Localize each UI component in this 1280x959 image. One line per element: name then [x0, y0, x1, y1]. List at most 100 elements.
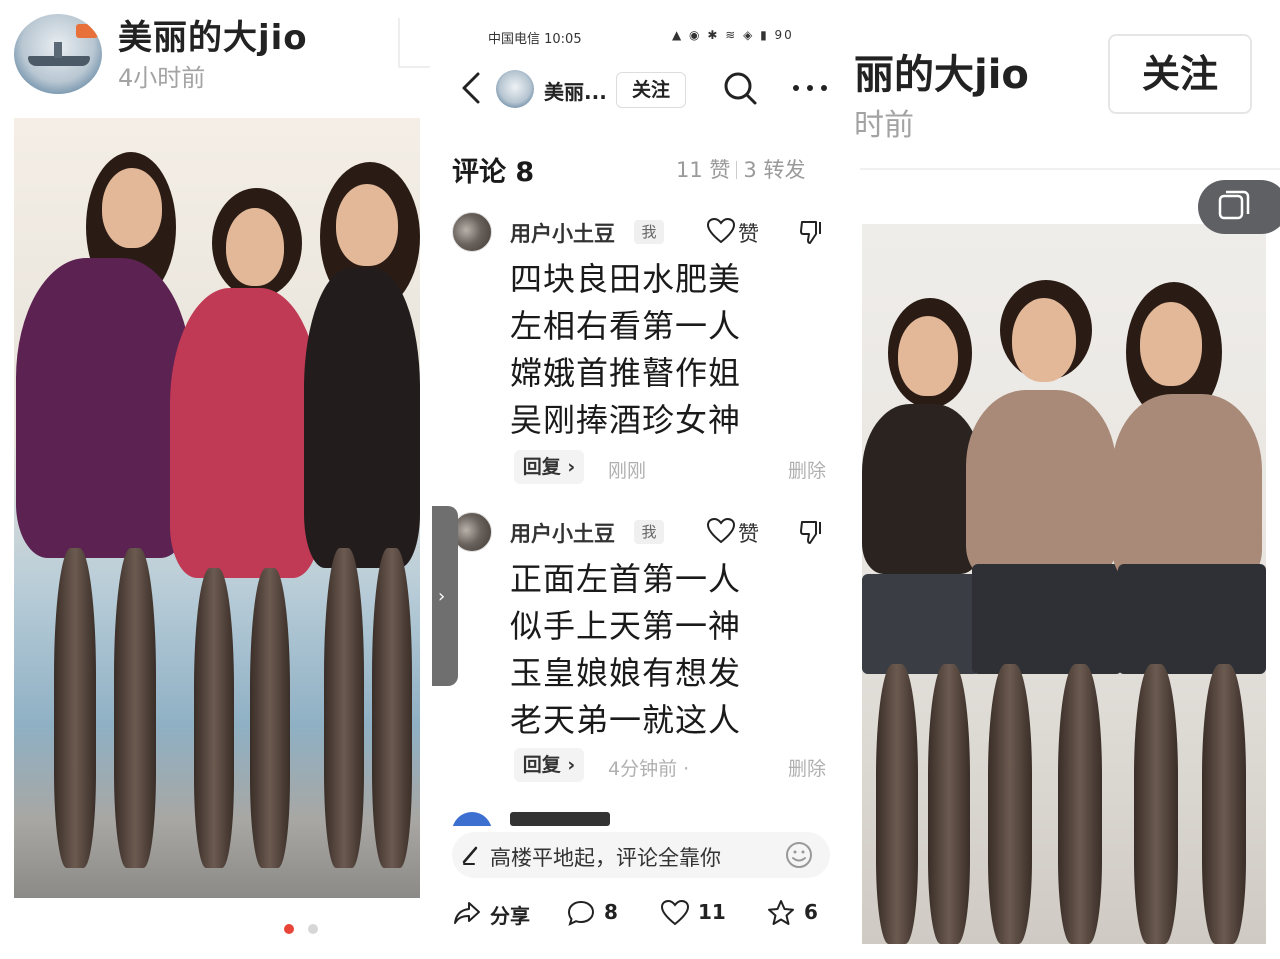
- face: [1140, 302, 1202, 386]
- comment-input-placeholder[interactable]: 高楼平地起，评论全靠你: [490, 842, 721, 872]
- delete-button[interactable]: 删除: [788, 754, 826, 781]
- pen-icon: [462, 846, 478, 865]
- author-name[interactable]: 美丽的大jio: [118, 10, 308, 59]
- like-button-label[interactable]: 赞: [738, 518, 759, 548]
- like-count[interactable]: 11 赞: [676, 158, 730, 182]
- post-image[interactable]: [14, 118, 420, 898]
- battery-level: 90: [774, 28, 794, 42]
- leg: [372, 548, 412, 868]
- commenter-name[interactable]: 用户小土豆: [510, 518, 615, 548]
- signal-icon: ▲ ◉ ✱ ≋ ◈ ▮: [672, 28, 769, 42]
- reply-button[interactable]: 回复 ›: [514, 748, 584, 782]
- shorts: [1118, 564, 1266, 674]
- comment-item: 用户小土豆 我 赞 正面左首第一人 似手上天第一神 玉皇娘娘有想发 老天弟一就这…: [432, 510, 848, 790]
- like-count-bottom: 11: [698, 900, 726, 924]
- author-avatar[interactable]: [14, 14, 102, 94]
- carousel-dot-active[interactable]: [284, 924, 294, 934]
- comment-time: 4分钟前 ·: [608, 758, 690, 780]
- left-post-panel: 美丽的大jio 4小时前: [0, 0, 430, 959]
- share-action[interactable]: 分享: [452, 898, 542, 928]
- comment-item: 用户小土豆 我 赞 四块良田水肥美 左相右看第一人 嫦娥首推瞽作姐 吴刚捧酒珍女…: [432, 210, 848, 490]
- leg: [1134, 664, 1178, 944]
- self-badge: 我: [634, 520, 664, 544]
- leg: [250, 568, 290, 868]
- comments-heading: 评论 8: [452, 157, 535, 188]
- author-name-partial[interactable]: 丽的大jio: [854, 42, 1029, 100]
- commenter-avatar[interactable]: [452, 212, 492, 252]
- like-action[interactable]: 11: [660, 898, 740, 928]
- comment-text: 四块良田水肥美 左相右看第一人 嫦娥首推瞽作姐 吴刚捧酒珍女神: [510, 256, 741, 444]
- comment-line: 四块良田水肥美: [510, 260, 742, 298]
- figures-group: [862, 224, 1266, 944]
- carousel-indicator[interactable]: [284, 924, 324, 936]
- star-icon: [768, 900, 794, 925]
- reply-button[interactable]: 回复 ›: [514, 450, 584, 484]
- comment-count: 8: [604, 900, 618, 924]
- comment-line: 左相右看第一人: [510, 307, 742, 345]
- dislike-icon[interactable]: [798, 218, 826, 246]
- favorite-count: 6: [804, 900, 818, 924]
- self-badge: 我: [634, 220, 664, 244]
- figure-left: [14, 118, 420, 898]
- share-count[interactable]: 3 转发: [743, 158, 805, 182]
- more-icon[interactable]: [790, 76, 830, 100]
- status-bar-icons: ▲ ◉ ✱ ≋ ◈ ▮ 90: [672, 28, 794, 42]
- face: [336, 184, 398, 266]
- dress-black: [304, 268, 420, 568]
- follow-button-large[interactable]: 关注: [1108, 34, 1252, 114]
- chevron-right-icon: ›: [438, 586, 446, 607]
- favorite-action[interactable]: 6: [766, 898, 836, 928]
- comment-time: 刚刚: [608, 460, 647, 482]
- heart-icon[interactable]: [706, 216, 736, 246]
- side-drawer-handle[interactable]: ›: [432, 506, 458, 686]
- comment-line: 吴刚捧酒珍女神: [510, 401, 742, 439]
- post-stats: 11 赞 3 转发: [676, 154, 805, 184]
- gallery-icon: [1218, 190, 1250, 220]
- comment-line: 老天弟一就这人: [510, 701, 742, 739]
- top-tan: [1112, 394, 1262, 584]
- next-comment-peek: [452, 810, 832, 826]
- comment-line: 似手上天第一神: [510, 607, 742, 645]
- share-label: 分享: [490, 904, 530, 928]
- post-time: 4小时前: [118, 64, 206, 92]
- heart-icon[interactable]: [706, 516, 736, 546]
- commenter-name[interactable]: 用户小土豆: [510, 218, 615, 248]
- stats-divider: [736, 161, 738, 179]
- back-icon[interactable]: [454, 68, 490, 108]
- leg: [114, 548, 156, 868]
- header-avatar[interactable]: [496, 70, 534, 108]
- follow-button-edge[interactable]: [398, 18, 430, 68]
- share-icon: [454, 902, 480, 924]
- leg: [54, 548, 96, 868]
- face: [898, 316, 958, 396]
- avatar-badge: [76, 24, 98, 38]
- comment-text: 正面左首第一人 似手上天第一神 玉皇娘娘有想发 老天弟一就这人: [510, 556, 741, 744]
- comments-panel: 中国电信 10:05 ▲ ◉ ✱ ≋ ◈ ▮ 90 美丽... 关注 评论 8 …: [432, 0, 848, 959]
- follow-button[interactable]: 关注: [616, 72, 686, 108]
- leg: [988, 664, 1032, 944]
- top-tan: [966, 390, 1116, 580]
- like-button-label[interactable]: 赞: [738, 218, 759, 248]
- commenter-avatar[interactable]: [452, 512, 492, 552]
- leg: [1202, 664, 1246, 944]
- heart-icon: [660, 899, 690, 926]
- divider: [860, 168, 1280, 170]
- top-sheer-black: [862, 404, 982, 574]
- face: [1012, 298, 1076, 382]
- emoji-icon[interactable]: [784, 840, 814, 870]
- dislike-icon[interactable]: [798, 518, 826, 546]
- leg: [928, 664, 970, 944]
- leg: [1058, 664, 1102, 944]
- carousel-dot[interactable]: [308, 924, 318, 934]
- delete-button[interactable]: 删除: [788, 456, 826, 483]
- ship-mast: [54, 42, 62, 58]
- post-image-2[interactable]: [862, 224, 1266, 944]
- post-time-partial: 时前: [854, 108, 914, 143]
- header-author-name[interactable]: 美丽...: [544, 76, 607, 105]
- dress-purple: [16, 258, 192, 558]
- comment-icon: [567, 900, 595, 926]
- search-icon[interactable]: [722, 70, 758, 106]
- commenter-avatar: [452, 812, 492, 826]
- comment-action[interactable]: 8: [566, 898, 636, 928]
- dress-red: [170, 288, 320, 578]
